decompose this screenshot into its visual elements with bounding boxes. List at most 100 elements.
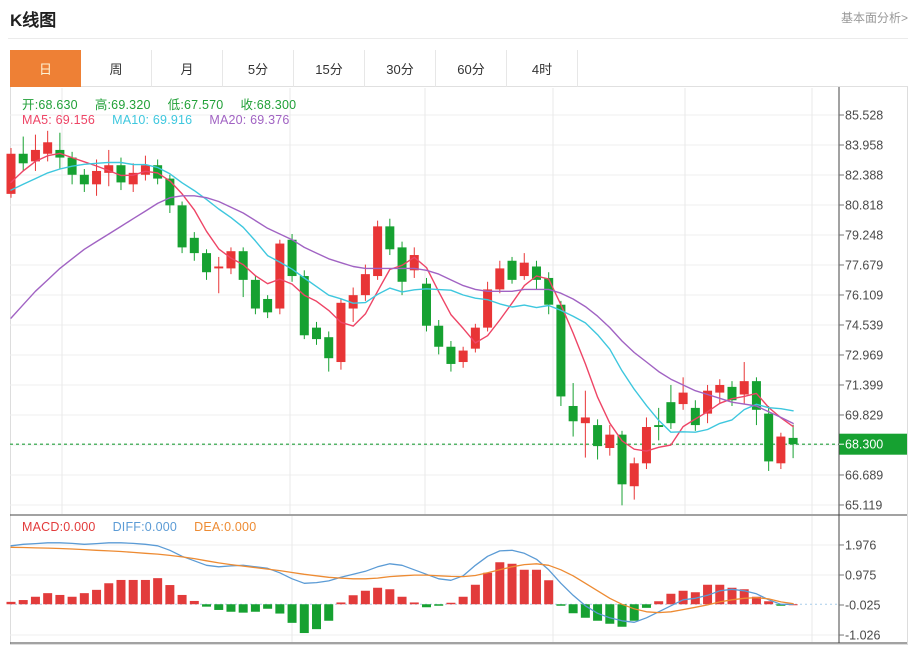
macd-bar bbox=[19, 600, 28, 604]
macd-bar bbox=[165, 585, 174, 604]
price-tick-label: 65.119 bbox=[845, 498, 882, 512]
macd-bar bbox=[349, 595, 358, 604]
price-tick-label: 83.958 bbox=[845, 139, 883, 153]
tab-timeframe-0[interactable]: 日 bbox=[10, 50, 81, 87]
macd-bar bbox=[141, 580, 150, 604]
tab-timeframe-2[interactable]: 月 bbox=[152, 50, 223, 87]
candle-body bbox=[544, 278, 553, 305]
tab-timeframe-5[interactable]: 30分 bbox=[365, 50, 436, 87]
candle-body bbox=[654, 425, 663, 427]
candle-body bbox=[666, 402, 675, 423]
ma5-line bbox=[11, 153, 793, 451]
candle-body bbox=[495, 268, 504, 289]
candle-body bbox=[434, 326, 443, 347]
macd-bar bbox=[104, 583, 113, 604]
candle-body bbox=[300, 276, 309, 335]
macd-tick-label: -1.026 bbox=[845, 629, 880, 643]
legend-ohlc-item-3: 收:68.300 bbox=[240, 94, 296, 113]
price-tick-label: 74.539 bbox=[845, 318, 883, 332]
macd-bar bbox=[361, 591, 370, 605]
tab-timeframe-4[interactable]: 15分 bbox=[294, 50, 365, 87]
candle-body bbox=[446, 347, 455, 364]
legend-ma-item-0: MA5: 69.156 bbox=[22, 113, 95, 127]
macd-bar bbox=[202, 604, 211, 606]
candle-body bbox=[275, 244, 284, 309]
macd-bar bbox=[324, 604, 333, 621]
price-tick-label: 85.528 bbox=[845, 109, 883, 123]
candle-body bbox=[483, 289, 492, 327]
candle-body bbox=[214, 266, 223, 268]
candle-body bbox=[569, 406, 578, 421]
macd-bar bbox=[642, 604, 651, 608]
tab-timeframe-6[interactable]: 60分 bbox=[436, 50, 507, 87]
price-tick-label: 82.388 bbox=[845, 169, 883, 183]
candle-body bbox=[202, 253, 211, 272]
macd-bar bbox=[459, 597, 468, 605]
tab-timeframe-3[interactable]: 5分 bbox=[223, 50, 294, 87]
macd-bar bbox=[446, 603, 455, 605]
macd-bar bbox=[336, 602, 345, 604]
macd-bar bbox=[764, 601, 773, 604]
macd-bar bbox=[532, 570, 541, 605]
macd-bar bbox=[300, 604, 309, 633]
candle-body bbox=[581, 417, 590, 423]
candle-body bbox=[520, 263, 529, 276]
macd-bar bbox=[556, 604, 565, 606]
legend-ohlc-item-1: 高:69.320 bbox=[95, 94, 151, 113]
price-tick-label: 69.829 bbox=[845, 408, 883, 422]
legend-ma-item-1: MA10: 69.916 bbox=[112, 113, 192, 127]
macd-bar bbox=[679, 591, 688, 605]
legend-ohlc-item-0: 开:68.630 bbox=[22, 94, 78, 113]
macd-bar bbox=[666, 594, 675, 605]
candle-body bbox=[605, 435, 614, 448]
macd-bar bbox=[385, 589, 394, 604]
macd-bar bbox=[153, 578, 162, 604]
candle-body bbox=[764, 414, 773, 462]
ohlc-legend: 开:68.630 高:69.320 低:67.570 收:68.300 bbox=[22, 94, 296, 113]
macd-bar bbox=[312, 604, 321, 629]
macd-bar bbox=[605, 604, 614, 624]
candle-body bbox=[593, 425, 602, 446]
macd-bar bbox=[7, 602, 16, 604]
candle-body bbox=[618, 435, 627, 485]
macd-bar bbox=[190, 601, 199, 604]
macd-bar bbox=[410, 602, 419, 604]
candle-body bbox=[178, 205, 187, 247]
macd-bar bbox=[520, 570, 529, 605]
macd-bar bbox=[129, 580, 138, 604]
macd-bar bbox=[68, 597, 77, 605]
macd-bar bbox=[43, 593, 52, 604]
gridlines bbox=[10, 88, 839, 642]
legend-ohlc-item-2: 低:67.570 bbox=[168, 94, 224, 113]
macd-bar bbox=[544, 580, 553, 604]
macd-bar bbox=[55, 595, 64, 604]
macd-bar bbox=[178, 595, 187, 604]
candle-body bbox=[459, 351, 468, 362]
candle-body bbox=[630, 463, 639, 486]
macd-bar bbox=[31, 597, 40, 605]
candle-body bbox=[190, 238, 199, 253]
tab-timeframe-7[interactable]: 4时 bbox=[507, 50, 578, 87]
candle-body bbox=[361, 274, 370, 295]
price-tick-label: 66.689 bbox=[845, 468, 883, 482]
macd-bar bbox=[630, 604, 639, 621]
macd-bar bbox=[275, 604, 284, 613]
price-tick-label: 79.248 bbox=[845, 229, 883, 243]
candle-body bbox=[642, 427, 651, 463]
macd-bar bbox=[214, 604, 223, 610]
macd-tick-label: -0.025 bbox=[845, 599, 880, 613]
macd-tick-label: 1.976 bbox=[845, 538, 876, 552]
macd-bar bbox=[398, 597, 407, 605]
price-tick-label: 72.969 bbox=[845, 348, 883, 362]
macd-bar bbox=[593, 604, 602, 621]
ma-lines-layer bbox=[11, 153, 793, 451]
macd-layer bbox=[7, 543, 840, 633]
candle-body bbox=[80, 175, 89, 185]
candle-body bbox=[740, 381, 749, 394]
macd-bar bbox=[434, 604, 443, 606]
candle-body bbox=[422, 284, 431, 326]
macd-bar bbox=[422, 604, 431, 607]
candle-body bbox=[92, 171, 101, 184]
macd-bar bbox=[483, 573, 492, 605]
tab-timeframe-1[interactable]: 周 bbox=[81, 50, 152, 87]
